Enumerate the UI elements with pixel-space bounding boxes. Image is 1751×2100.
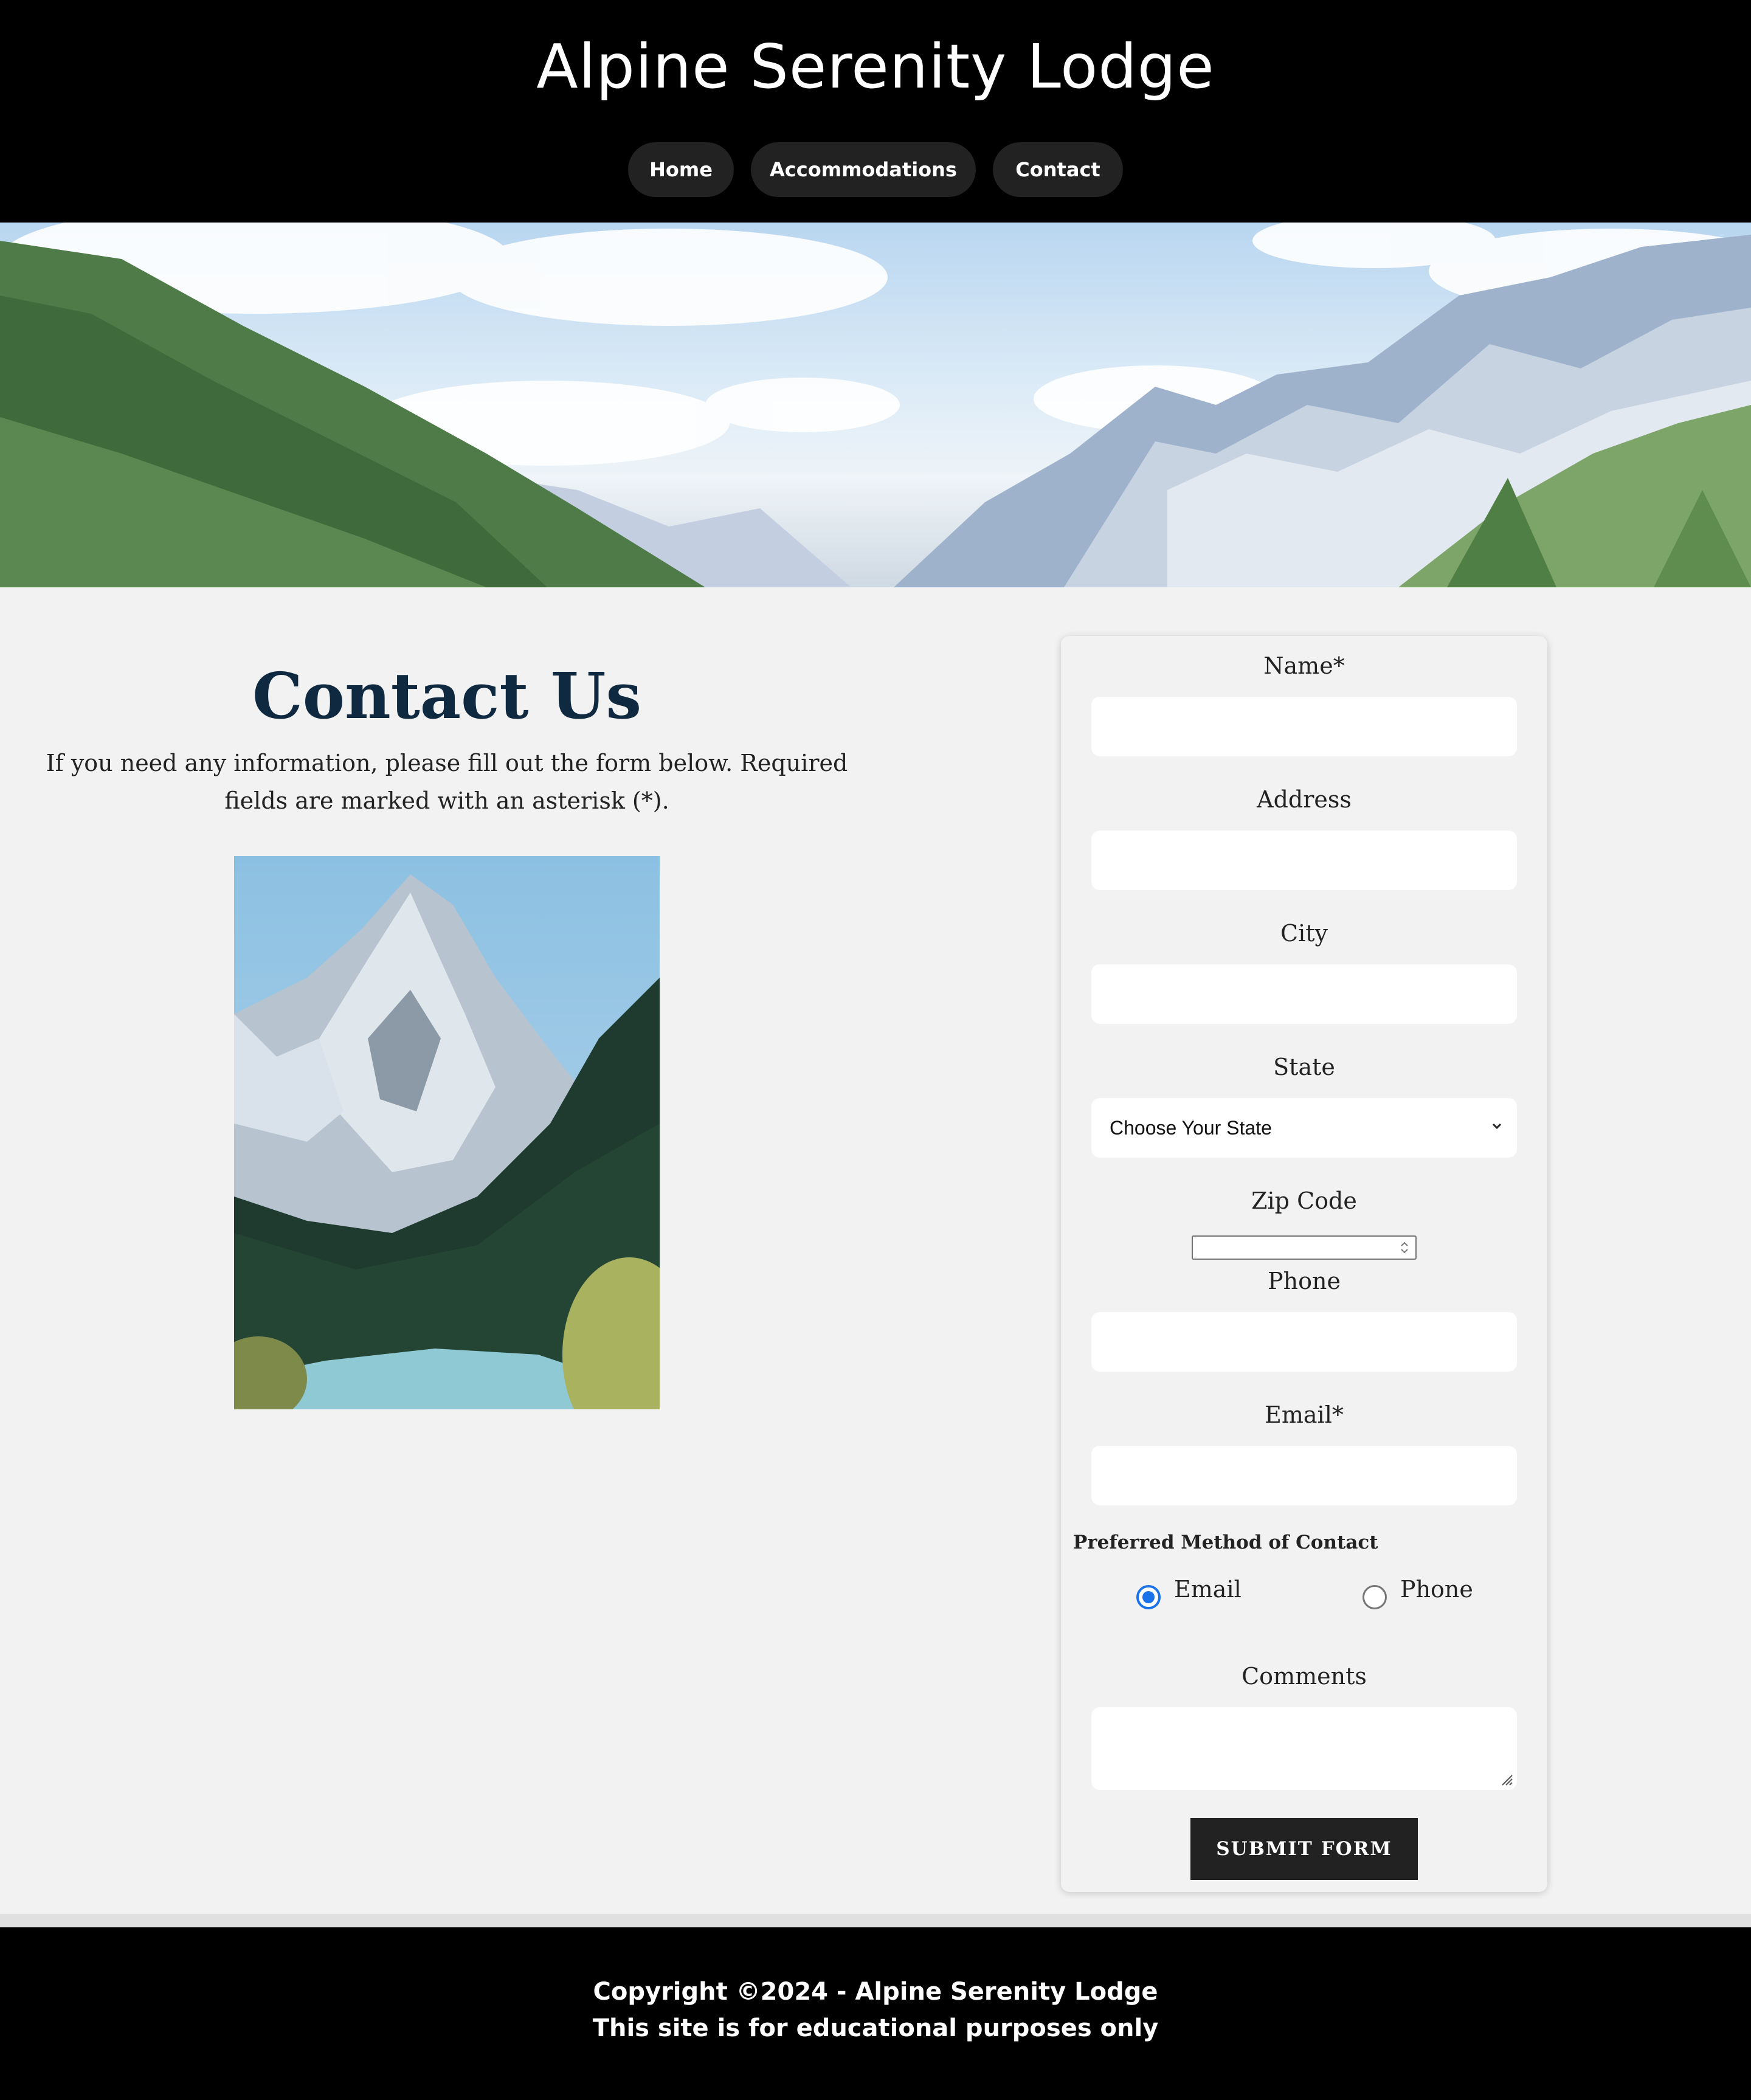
comments-textarea[interactable] (1091, 1707, 1517, 1790)
preferred-contact-label: Preferred Method of Contact (1073, 1532, 1378, 1553)
footer-copyright: Copyright ©2024 - Alpine Serenity Lodge (593, 1978, 1158, 2006)
address-label: Address (1257, 786, 1352, 813)
radio-phone-label: Phone (1400, 1576, 1473, 1603)
resize-handle-icon[interactable] (1499, 1772, 1513, 1786)
state-label: State (1273, 1054, 1335, 1080)
number-spinner-icon[interactable] (1397, 1238, 1412, 1257)
state-select-value: Choose Your State (1110, 1116, 1272, 1139)
radio-phone[interactable] (1362, 1585, 1387, 1609)
radio-email[interactable] (1136, 1585, 1161, 1609)
address-input[interactable] (1091, 831, 1517, 890)
city-input[interactable] (1091, 964, 1517, 1024)
email-input[interactable] (1091, 1446, 1517, 1505)
contact-form: Name* Address City State Choose Your Sta… (1061, 636, 1547, 1892)
comments-label: Comments (1242, 1663, 1367, 1690)
radio-email-label: Email (1174, 1576, 1242, 1603)
email-label: Email* (1265, 1401, 1344, 1428)
phone-input[interactable] (1091, 1312, 1517, 1372)
zip-label: Zip Code (1251, 1187, 1357, 1214)
name-input[interactable] (1091, 697, 1517, 756)
state-select[interactable]: Choose Your State (1091, 1098, 1517, 1158)
site-header: Alpine Serenity Lodge Home Accommodation… (0, 0, 1751, 223)
name-label: Name* (1263, 652, 1345, 679)
phone-label: Phone (1268, 1268, 1341, 1294)
mountain-photo-illustration (234, 856, 660, 1409)
submit-button[interactable]: SUBMIT FORM (1190, 1818, 1418, 1880)
mountain-river-photo (234, 856, 660, 1409)
footer-note: This site is for educational purposes on… (592, 2014, 1159, 2042)
site-title: Alpine Serenity Lodge (536, 31, 1215, 102)
contact-heading: Contact Us (252, 658, 641, 733)
hero-banner-image (0, 223, 1751, 587)
nav-contact-button[interactable]: Contact (993, 142, 1123, 197)
site-footer: Copyright ©2024 - Alpine Serenity Lodge … (0, 1927, 1751, 2100)
zip-input[interactable] (1192, 1235, 1417, 1260)
mountain-valley-illustration (0, 223, 1751, 587)
city-label: City (1280, 920, 1328, 947)
nav-home-button[interactable]: Home (628, 142, 734, 197)
main-nav: Home Accommodations Contact (0, 142, 1751, 197)
footer-divider (0, 1914, 1751, 1927)
contact-intro-text: If you need any information, please fill… (46, 750, 848, 814)
chevron-down-icon (1492, 1123, 1502, 1130)
nav-accommodations-button[interactable]: Accommodations (751, 142, 976, 197)
